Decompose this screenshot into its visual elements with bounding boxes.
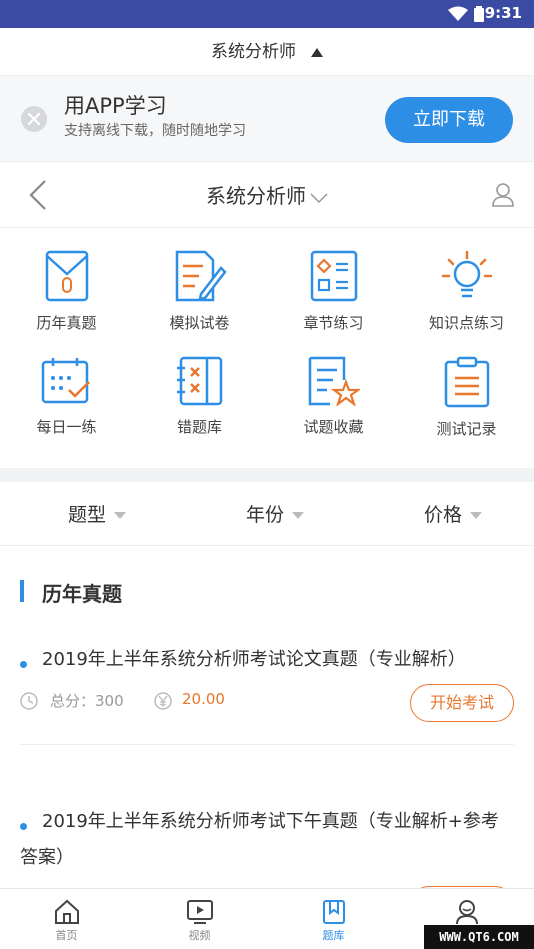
grid-label: 测试记录 (436, 420, 497, 438)
star-doc-icon (308, 356, 360, 406)
tab-question-bank[interactable]: 题库 (267, 889, 400, 949)
section-accent-bar (20, 580, 24, 602)
filter-bar: 题型 年份 价格 (0, 482, 534, 546)
grid-item-past-exams[interactable]: 历年真题 (0, 236, 133, 342)
status-time: 9:31 (484, 4, 522, 22)
grid-label: 章节练习 (303, 314, 364, 332)
grid-label: 每日一练 (36, 418, 97, 436)
exam-title[interactable]: 2019年上半年系统分析师考试下午真题（专业解析+参考答案） (20, 804, 514, 876)
top-title[interactable]: 系统分析师 (211, 28, 296, 76)
close-icon[interactable] (21, 106, 47, 132)
clipboard-icon (444, 356, 489, 408)
section-separator (0, 468, 534, 482)
grid-item-mock-papers[interactable]: 模拟试卷 (133, 236, 266, 342)
bookmark-icon (322, 900, 345, 924)
grid-item-chapter-practice[interactable]: 章节练习 (267, 236, 400, 342)
download-button[interactable]: 立即下载 (385, 97, 513, 143)
grid-item-wrong-questions[interactable]: 错题库 (133, 342, 266, 448)
filter-label: 价格 (424, 504, 463, 526)
bullet-dot (20, 661, 27, 668)
status-bar: 9:31 (0, 0, 534, 28)
home-icon (54, 899, 79, 924)
exam-list-item[interactable]: 2019年上半年系统分析师考试论文真题（专业解析） 总分：300 20.00 开… (20, 642, 514, 745)
subject-header: 系统分析师 (0, 162, 534, 228)
bullet-dot (20, 823, 27, 830)
profile-icon (455, 900, 478, 925)
exam-total-score: 总分：300 (50, 692, 124, 710)
lightbulb-icon (441, 250, 492, 298)
grid-label: 错题库 (176, 418, 222, 436)
feature-grid: 历年真题 模拟试卷 章节练习 知识点练习 每日一练 错题库 试题收藏 测试记录 (0, 236, 534, 466)
app-download-banner: 用APP学习 支持离线下载，随时随地学习 立即下载 (0, 76, 534, 162)
grid-label: 试题收藏 (303, 418, 364, 436)
grid-item-knowledge-practice[interactable]: 知识点练习 (400, 236, 533, 342)
folder-icon (45, 250, 88, 302)
banner-title: 用APP学习 (64, 94, 167, 118)
filter-label: 年份 (246, 504, 285, 526)
exam-list-item[interactable]: 2019年上半年系统分析师考试下午真题（专业解析+参考答案） (20, 804, 514, 924)
banner-subtitle: 支持离线下载，随时随地学习 (64, 123, 246, 139)
clock-icon (20, 692, 38, 710)
caret-up-icon[interactable] (311, 48, 324, 57)
grid-label: 历年真题 (36, 314, 97, 332)
exam-price: 20.00 (182, 690, 225, 708)
video-icon (186, 900, 213, 924)
filter-question-type[interactable]: 题型 (68, 500, 127, 527)
triangle-down-icon (114, 512, 127, 519)
exam-meta: 总分：300 20.00 开始考试 (20, 684, 514, 724)
watermark: WWW.QT6.COM (424, 925, 534, 949)
triangle-down-icon (470, 512, 483, 519)
subject-title: 系统分析师 (206, 184, 306, 208)
grid-label: 模拟试卷 (169, 314, 230, 332)
exam-title[interactable]: 2019年上半年系统分析师考试论文真题（专业解析） (20, 642, 514, 678)
tab-label: 首页 (55, 929, 78, 942)
subject-selector[interactable]: 系统分析师 (0, 180, 534, 209)
wrong-book-icon (176, 356, 222, 406)
paper-pencil-icon (175, 250, 227, 302)
filter-label: 题型 (68, 504, 107, 526)
item-divider (20, 744, 514, 745)
chevron-down-icon (310, 192, 328, 203)
start-exam-button[interactable]: 开始考试 (410, 684, 514, 722)
filter-price[interactable]: 价格 (424, 500, 483, 527)
wifi-icon (448, 6, 468, 21)
user-icon[interactable] (492, 183, 514, 207)
grid-label: 知识点练习 (428, 314, 504, 332)
tab-label: 题库 (322, 929, 345, 942)
top-title-bar[interactable]: 系统分析师 (0, 28, 534, 76)
yen-icon (154, 692, 172, 710)
checklist-icon (310, 250, 357, 302)
battery-icon (474, 6, 484, 22)
tab-video[interactable]: 视频 (133, 889, 266, 949)
triangle-down-icon (292, 512, 305, 519)
section-title: 历年真题 (42, 582, 122, 606)
filter-year[interactable]: 年份 (246, 500, 305, 527)
grid-item-test-records[interactable]: 测试记录 (400, 342, 533, 448)
tab-home[interactable]: 首页 (0, 889, 133, 949)
grid-item-daily-practice[interactable]: 每日一练 (0, 342, 133, 448)
calendar-icon (41, 358, 90, 404)
grid-item-favorites[interactable]: 试题收藏 (267, 342, 400, 448)
tab-label: 视频 (188, 929, 211, 942)
